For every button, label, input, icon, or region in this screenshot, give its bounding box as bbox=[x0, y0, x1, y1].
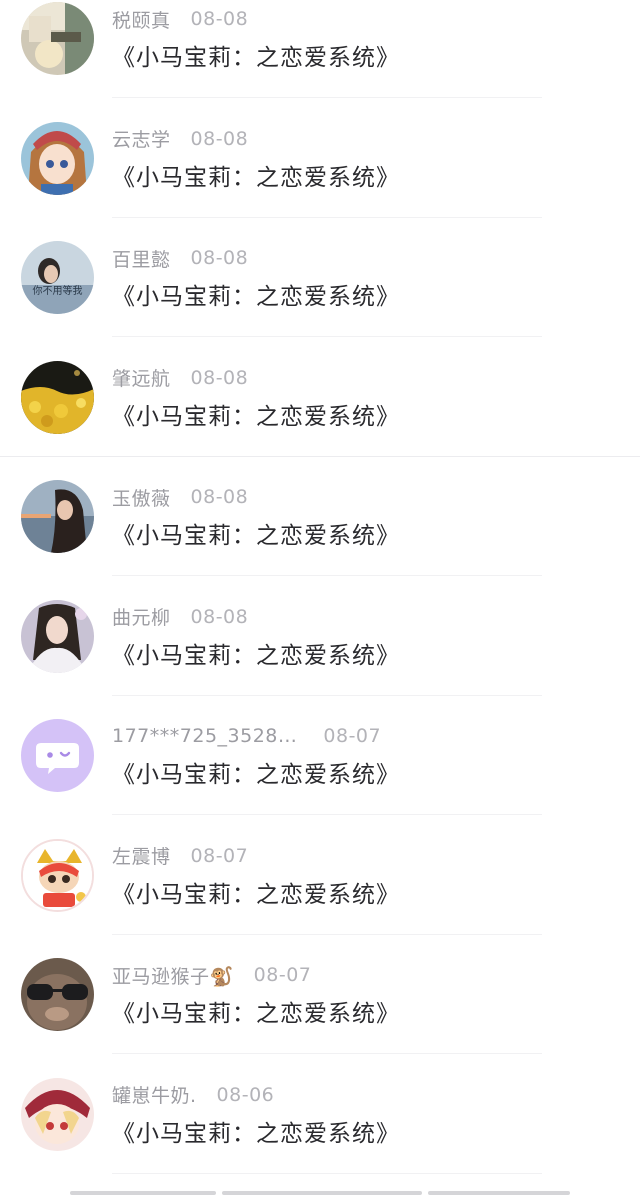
username[interactable]: 亚马逊猴子🐒 bbox=[112, 962, 234, 989]
avatar[interactable] bbox=[21, 1077, 94, 1151]
comment-date: 08-07 bbox=[190, 844, 249, 867]
divider bbox=[112, 216, 542, 218]
comment-meta: 左震博 08-07 bbox=[112, 843, 248, 869]
comment-meta: 百里懿 08-08 bbox=[112, 245, 248, 271]
comment-text: 《小马宝莉：之恋爱系统》 bbox=[112, 762, 400, 788]
comment-date: 08-08 bbox=[190, 366, 249, 389]
comment-date: 08-08 bbox=[190, 605, 249, 628]
username[interactable]: 云志学 bbox=[112, 125, 171, 152]
comment-date: 08-08 bbox=[190, 486, 249, 508]
divider bbox=[112, 97, 542, 98]
comment-date: 08-06 bbox=[216, 1083, 275, 1106]
comment-list: 税颐真 08-08 《小马宝莉：之恋爱系统》 云志学 08-08 《小马宝莉：之… bbox=[0, 0, 640, 1197]
comment-text: 《小马宝莉：之恋爱系统》 bbox=[112, 45, 400, 71]
default-avatar[interactable] bbox=[21, 719, 94, 792]
username[interactable]: 177***725_3528… bbox=[112, 725, 297, 747]
divider bbox=[112, 1053, 542, 1054]
username[interactable]: 玉傲薇 bbox=[112, 484, 171, 511]
divider bbox=[0, 455, 640, 457]
comment-item[interactable]: 你不用等我 百里懿 08-08 《小马宝莉：之恋爱系统》 bbox=[0, 239, 640, 359]
comment-item[interactable]: 税颐真 08-08 《小马宝莉：之恋爱系统》 bbox=[0, 0, 640, 120]
comment-item[interactable]: 曲元柳 08-08 《小马宝莉：之恋爱系统》 bbox=[0, 598, 640, 718]
divider bbox=[112, 814, 542, 815]
divider bbox=[112, 575, 542, 576]
comment-date: 08-08 bbox=[190, 127, 249, 150]
avatar[interactable] bbox=[21, 2, 94, 75]
comment-meta: 177***725_3528… 08-07 bbox=[112, 723, 381, 749]
avatar[interactable] bbox=[21, 121, 94, 195]
username[interactable]: 罐崽牛奶. bbox=[112, 1081, 197, 1108]
comment-text: 《小马宝莉：之恋爱系统》 bbox=[112, 1120, 400, 1147]
comment-text: 《小马宝莉：之恋爱系统》 bbox=[112, 284, 400, 310]
username[interactable]: 左震博 bbox=[112, 842, 171, 869]
username[interactable]: 曲元柳 bbox=[112, 603, 171, 630]
divider bbox=[112, 933, 542, 935]
avatar[interactable] bbox=[21, 958, 94, 1031]
comment-meta: 罐崽牛奶. 08-06 bbox=[112, 1082, 274, 1108]
comment-text: 《小马宝莉：之恋爱系统》 bbox=[112, 642, 400, 669]
avatar[interactable] bbox=[21, 838, 94, 912]
comment-item[interactable]: 玉傲薇 08-08 《小马宝莉：之恋爱系统》 bbox=[0, 478, 640, 598]
comment-meta: 曲元柳 08-08 bbox=[112, 604, 248, 630]
comment-meta: 肇远航 08-08 bbox=[112, 365, 248, 391]
comment-meta: 玉傲薇 08-08 bbox=[112, 484, 248, 510]
divider bbox=[112, 336, 542, 337]
avatar[interactable] bbox=[21, 599, 94, 673]
comment-text: 《小马宝莉：之恋爱系统》 bbox=[112, 403, 400, 430]
comment-date: 08-07 bbox=[323, 725, 382, 747]
comment-item[interactable]: 亚马逊猴子🐒 08-07 《小马宝莉：之恋爱系统》 bbox=[0, 956, 640, 1076]
comment-item[interactable]: 左震博 08-07 《小马宝莉：之恋爱系统》 bbox=[0, 837, 640, 957]
comment-meta: 云志学 08-08 bbox=[112, 126, 248, 152]
comment-meta: 亚马逊猴子🐒 08-07 bbox=[112, 962, 311, 988]
comment-item[interactable]: 罐崽牛奶. 08-06 《小马宝莉：之恋爱系统》 bbox=[0, 1076, 640, 1196]
avatar[interactable] bbox=[21, 360, 94, 434]
comment-text: 《小马宝莉：之恋爱系统》 bbox=[112, 164, 400, 191]
username[interactable]: 百里懿 bbox=[112, 245, 171, 272]
comment-date: 08-08 bbox=[190, 8, 249, 30]
comment-date: 08-07 bbox=[253, 964, 312, 986]
comment-text: 《小马宝莉：之恋爱系统》 bbox=[112, 1001, 400, 1027]
comment-meta: 税颐真 08-08 bbox=[112, 6, 248, 32]
comment-text: 《小马宝莉：之恋爱系统》 bbox=[112, 881, 400, 908]
comment-text: 《小马宝莉：之恋爱系统》 bbox=[112, 523, 400, 549]
comment-item[interactable]: 肇远航 08-08 《小马宝莉：之恋爱系统》 bbox=[0, 359, 640, 479]
scroll-segment bbox=[222, 1191, 422, 1195]
username[interactable]: 肇远航 bbox=[112, 364, 171, 391]
avatar[interactable]: 你不用等我 bbox=[21, 241, 94, 314]
comment-item[interactable]: 云志学 08-08 《小马宝莉：之恋爱系统》 bbox=[0, 120, 640, 240]
scroll-segment bbox=[428, 1191, 570, 1195]
divider bbox=[112, 694, 542, 696]
divider bbox=[112, 1172, 542, 1174]
avatar[interactable] bbox=[21, 480, 94, 553]
comment-item[interactable]: 177***725_3528… 08-07 《小马宝莉：之恋爱系统》 bbox=[0, 717, 640, 837]
scroll-indicator bbox=[70, 1191, 570, 1195]
username[interactable]: 税颐真 bbox=[112, 6, 171, 33]
avatar-caption: 你不用等我 bbox=[33, 284, 83, 297]
scroll-segment bbox=[70, 1191, 216, 1195]
comment-date: 08-08 bbox=[190, 247, 249, 269]
